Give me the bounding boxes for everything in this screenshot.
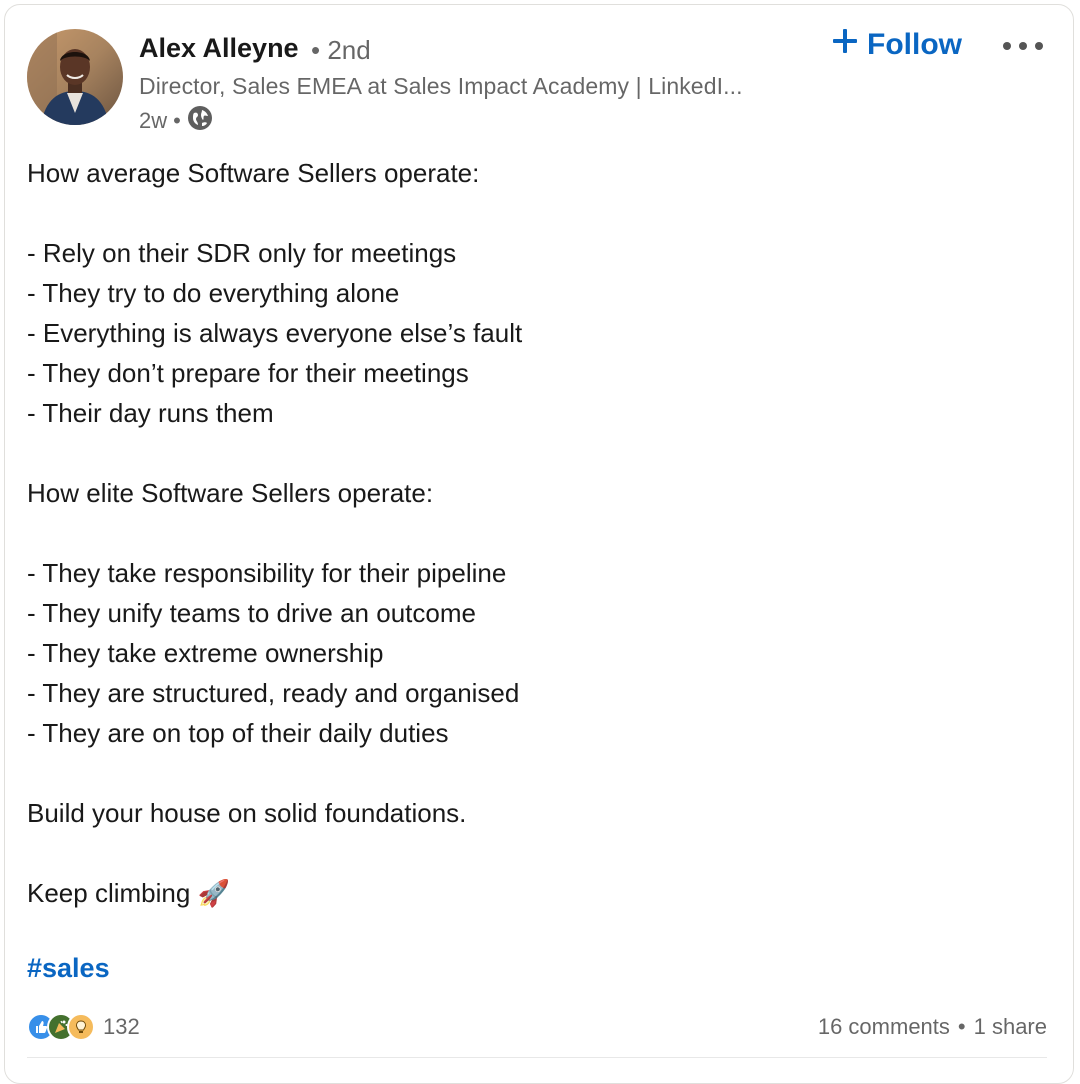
- post-line: - They take extreme ownership: [27, 638, 384, 668]
- shares-count[interactable]: 1 share: [974, 1014, 1047, 1040]
- reactions-summary[interactable]: 132: [27, 1013, 140, 1041]
- post-line: - Everything is always everyone else’s f…: [27, 318, 523, 348]
- post-text: How average Software Sellers operate: - R…: [27, 153, 1027, 913]
- degree-separator: •: [311, 35, 328, 65]
- author-name[interactable]: Alex Alleyne: [139, 33, 299, 64]
- post-line: - They try to do everything alone: [27, 278, 400, 308]
- post-time: 2w: [139, 108, 168, 133]
- insightful-reaction-icon: [67, 1013, 95, 1041]
- reaction-count: 132: [103, 1014, 140, 1039]
- more-options-button[interactable]: [999, 29, 1047, 65]
- post-line: How average Software Sellers operate:: [27, 158, 480, 188]
- author-avatar[interactable]: [27, 29, 123, 125]
- plus-icon: [831, 27, 859, 63]
- post-card: Alex Alleyne • 2nd Director, Sales EMEA …: [4, 4, 1074, 1084]
- post-line: - They unify teams to drive an outcome: [27, 598, 476, 628]
- engagement-counts: 16 comments • 1 share: [818, 1014, 1047, 1040]
- author-headline: Director, Sales EMEA at Sales Impact Aca…: [139, 73, 743, 99]
- follow-button[interactable]: Follow: [831, 27, 962, 63]
- avatar-image: [27, 29, 123, 125]
- post-line: - Their day runs them: [27, 398, 274, 428]
- meta-separator: •: [173, 108, 181, 133]
- follow-label: Follow: [867, 28, 962, 61]
- post-line: Build your house on solid foundations.: [27, 798, 467, 828]
- connection-degree: • 2nd: [311, 35, 371, 66]
- social-counts: 132 16 comments • 1 share: [27, 1009, 1047, 1045]
- post-line: Keep climbing 🚀: [27, 878, 230, 908]
- post-line: - They don’t prepare for their meetings: [27, 358, 469, 388]
- more-options-icon: [1002, 38, 1044, 56]
- post-line: - Rely on their SDR only for meetings: [27, 238, 457, 268]
- post-meta: 2w •: [139, 105, 213, 137]
- comments-count[interactable]: 16 comments: [818, 1014, 950, 1040]
- divider: [27, 1057, 1047, 1058]
- hashtag-link[interactable]: #sales: [27, 953, 110, 984]
- degree-label: 2nd: [327, 35, 371, 65]
- post-line: - They are on top of their daily duties: [27, 718, 449, 748]
- post-line: - They are structured, ready and organis…: [27, 678, 520, 708]
- post-line: How elite Software Sellers operate:: [27, 478, 434, 508]
- engagement-separator: •: [957, 1014, 966, 1039]
- post-line: - They take responsibility for their pip…: [27, 558, 507, 588]
- globe-icon: [187, 105, 213, 137]
